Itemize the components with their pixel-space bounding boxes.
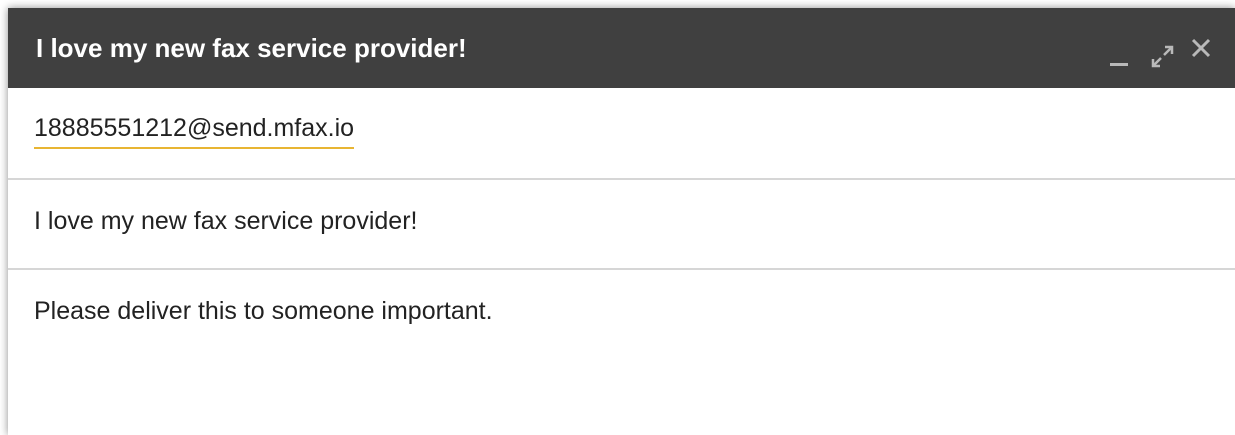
expand-button[interactable] [1141, 8, 1181, 88]
body-text[interactable]: Please deliver this to someone important… [34, 297, 493, 326]
close-button[interactable] [1181, 8, 1221, 88]
subject-text[interactable]: I love my new fax service provider! [34, 207, 417, 236]
compose-titlebar[interactable]: I love my new fax service provider! [8, 8, 1235, 88]
minimize-button[interactable] [1098, 8, 1138, 88]
compose-window: I love my new fax service provider! 1888… [8, 8, 1235, 435]
message-body[interactable]: Please deliver this to someone important… [8, 270, 1235, 435]
subject-field[interactable]: I love my new fax service provider! [8, 180, 1235, 270]
to-field[interactable]: 18885551212@send.mfax.io [8, 88, 1235, 180]
compose-title: I love my new fax service provider! [36, 33, 467, 63]
close-icon [1191, 38, 1211, 58]
recipient-chip[interactable]: 18885551212@send.mfax.io [34, 114, 355, 149]
expand-icon [1151, 45, 1174, 68]
minimize-icon [1110, 63, 1128, 66]
